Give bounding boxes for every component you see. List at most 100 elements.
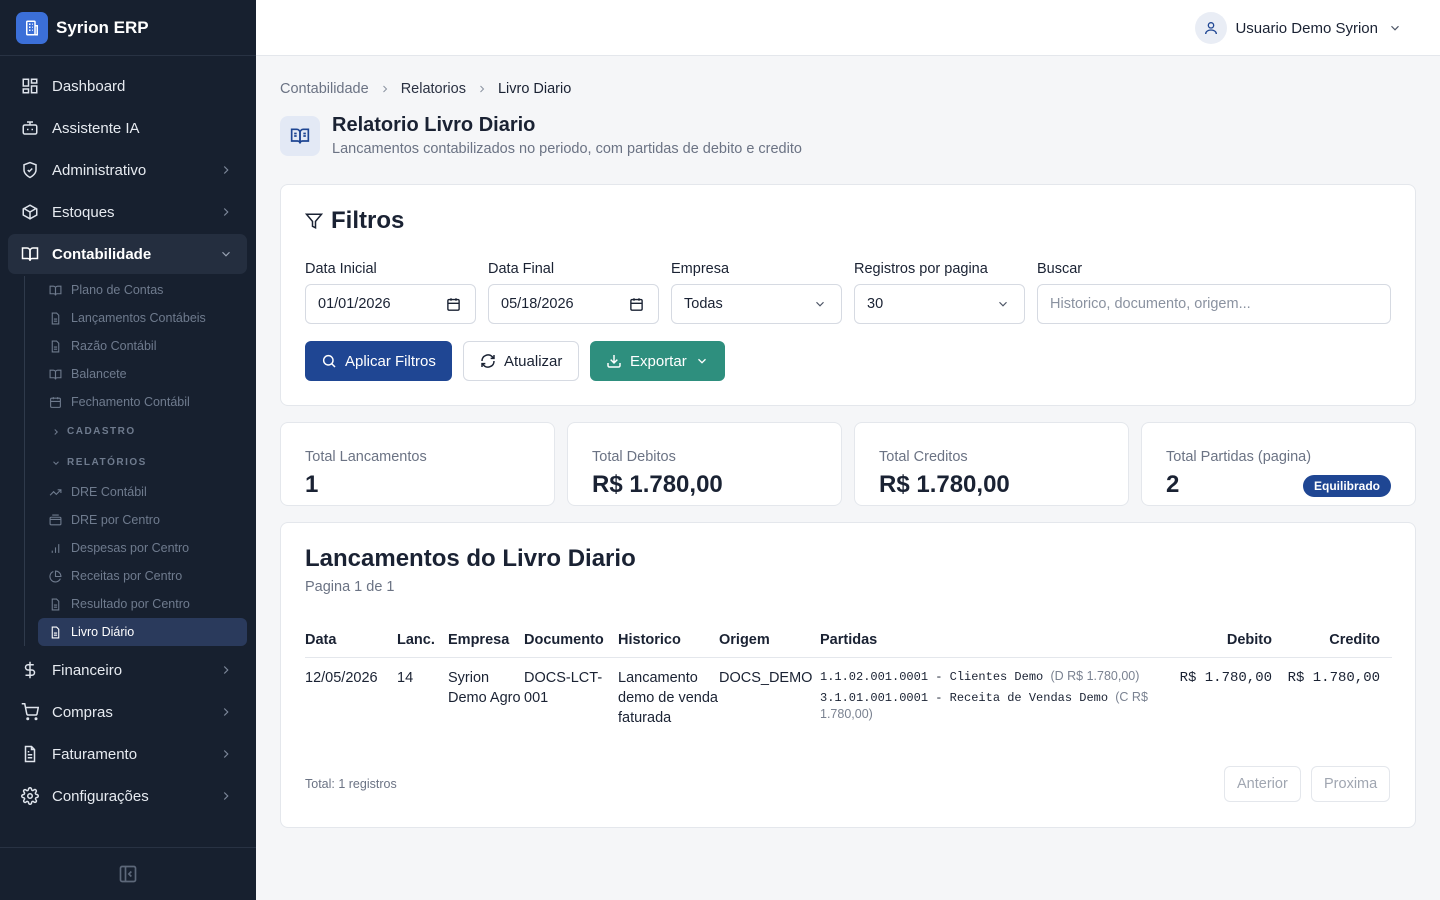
table-row[interactable]: 12/05/2026 14 Syrion Demo Agro DOCS-LCT-… [305, 657, 1392, 728]
nav-contabilidade-label: Contabilidade [52, 245, 152, 263]
sub-label: DRE Contábil [71, 485, 147, 499]
nav-financeiro[interactable]: Financeiro [8, 650, 247, 690]
empresa-value: Todas [684, 296, 723, 312]
cart-icon [20, 702, 40, 722]
buscar-input[interactable]: Historico, documento, origem... [1037, 284, 1391, 324]
calendar-icon[interactable] [446, 297, 461, 312]
chevron-right-icon [223, 792, 229, 800]
cell-historico: Lancamento demo de venda faturada [618, 669, 718, 726]
chevron-right-icon [382, 85, 387, 93]
registros-select[interactable]: 30 [854, 284, 1025, 324]
brand[interactable]: Syrion ERP [0, 0, 256, 56]
chevron-down-icon [222, 251, 230, 257]
breadcrumb-contabilidade[interactable]: Contabilidade [280, 81, 369, 97]
sub-dre-por-centro[interactable]: DRE por Centro [38, 506, 247, 534]
stat-total-lancamentos: Total Lancamentos 1 [280, 422, 555, 506]
export-button[interactable]: Exportar [590, 341, 725, 381]
dollar-icon [20, 660, 40, 680]
next-page-button[interactable]: Proxima [1311, 766, 1391, 802]
bar-chart-icon [49, 542, 62, 555]
chevron-right-icon [54, 428, 58, 435]
sub-label: Livro Diário [71, 625, 135, 639]
file-text-icon [49, 340, 62, 353]
page-title: Relatorio Livro Diario [332, 114, 536, 136]
apply-filters-label: Aplicar Filtros [345, 352, 436, 370]
nav-configuracoes[interactable]: Configurações [8, 776, 247, 816]
top-bar: Usuario Demo Syrion [256, 0, 1440, 56]
stat-label: Total Partidas (pagina) [1166, 449, 1312, 465]
field-buscar: Buscar Historico, documento, origem... [1037, 261, 1391, 324]
data-inicial-input[interactable]: 01/01/2026 [305, 284, 476, 324]
field-data-inicial: Data Inicial 01/01/2026 [305, 261, 476, 324]
nav-compras[interactable]: Compras [8, 692, 247, 732]
stat-total-creditos: Total Creditos R$ 1.780,00 [854, 422, 1129, 506]
breadcrumb-relatorios[interactable]: Relatorios [401, 81, 466, 97]
book-open-icon [280, 116, 320, 156]
chevron-down-icon [1391, 25, 1399, 31]
page-subtitle: Lancamentos contabilizados no periodo, c… [332, 141, 802, 157]
cell-debito: R$ 1.780,00 [1179, 669, 1272, 686]
shield-check-icon [20, 160, 40, 180]
field-registros: Registros por pagina 30 [854, 261, 1025, 324]
sub-razao-contabil[interactable]: Razão Contábil [38, 332, 247, 360]
sub-lancamentos-contabeis[interactable]: Lançamentos Contábeis [38, 304, 247, 332]
book-open-icon [20, 244, 40, 264]
data-final-input[interactable]: 05/18/2026 [488, 284, 659, 324]
nav-compras-label: Compras [52, 703, 113, 721]
refresh-button[interactable]: Atualizar [463, 341, 580, 381]
apply-filters-button[interactable]: Aplicar Filtros [305, 341, 452, 381]
section-cadastro[interactable]: CADASTRO [38, 416, 247, 447]
nav-dashboard-label: Dashboard [52, 77, 126, 95]
sidebar-footer [0, 847, 256, 900]
nav-assistente-ia[interactable]: Assistente IA [8, 108, 247, 148]
sub-despesas-por-centro[interactable]: Despesas por Centro [38, 534, 247, 562]
partida-valor: (D R$ 1.780,00) [1050, 668, 1140, 683]
book-icon [49, 284, 62, 297]
stat-label: Total Creditos [879, 449, 968, 465]
filters-title-label: Filtros [331, 207, 405, 234]
data-inicial-value: 01/01/2026 [318, 296, 391, 312]
wallet-icon [49, 514, 62, 527]
nav-dashboard[interactable]: Dashboard [8, 66, 247, 106]
chevron-right-icon [223, 708, 229, 716]
table-header-row: Data Lanc. Empresa Documento Historico O… [305, 623, 1392, 658]
cell-data: 12/05/2026 [305, 669, 378, 686]
chevron-down-icon [53, 460, 59, 465]
prev-page-button[interactable]: Anterior [1224, 766, 1301, 802]
empresa-select[interactable]: Todas [671, 284, 842, 324]
sub-label: Receitas por Centro [71, 569, 183, 583]
sub-dre-contabil[interactable]: DRE Contábil [38, 478, 247, 506]
nav-administrativo[interactable]: Administrativo [8, 150, 247, 190]
sub-label: Balancete [71, 367, 127, 381]
pie-chart-icon [49, 570, 62, 583]
table-subtitle: Pagina 1 de 1 [305, 579, 395, 595]
app-name: Syrion ERP [56, 17, 149, 37]
partida-item: 1.1.02.001.0001 - Clientes Demo (D R$ 1.… [820, 668, 1178, 685]
chevron-right-icon [223, 166, 229, 174]
sub-plano-de-contas[interactable]: Plano de Contas [38, 276, 247, 304]
chevron-down-icon [697, 358, 706, 364]
gear-icon [20, 786, 40, 806]
trending-up-icon [49, 486, 62, 499]
cell-empresa: Syrion Demo Agro [448, 669, 521, 706]
calendar-icon[interactable] [629, 297, 644, 312]
sub-balancete[interactable]: Balancete [38, 360, 247, 388]
chevron-down-icon [816, 301, 824, 307]
nav-financeiro-label: Financeiro [52, 661, 123, 679]
user-menu[interactable]: Usuario Demo Syrion [1195, 12, 1402, 44]
stat-label: Total Debitos [592, 449, 676, 465]
section-relatorios[interactable]: RELATÓRIOS [38, 447, 247, 478]
sub-livro-diario[interactable]: Livro Diário [38, 618, 247, 646]
sub-fechamento-contabil[interactable]: Fechamento Contábil [38, 388, 247, 416]
nav-contabilidade[interactable]: Contabilidade [8, 234, 247, 274]
col-empresa: Empresa [448, 623, 524, 658]
sub-receitas-por-centro[interactable]: Receitas por Centro [38, 562, 247, 590]
data-inicial-label: Data Inicial [305, 261, 377, 277]
calendar-icon [49, 396, 62, 409]
nav-estoques[interactable]: Estoques [8, 192, 247, 232]
collapse-sidebar-icon[interactable] [118, 864, 138, 884]
partida-conta: 1.1.02.001.0001 - Clientes Demo [820, 669, 1044, 684]
nav-faturamento[interactable]: Faturamento [8, 734, 247, 774]
buscar-placeholder: Historico, documento, origem... [1050, 296, 1251, 312]
sub-resultado-por-centro[interactable]: Resultado por Centro [38, 590, 247, 618]
